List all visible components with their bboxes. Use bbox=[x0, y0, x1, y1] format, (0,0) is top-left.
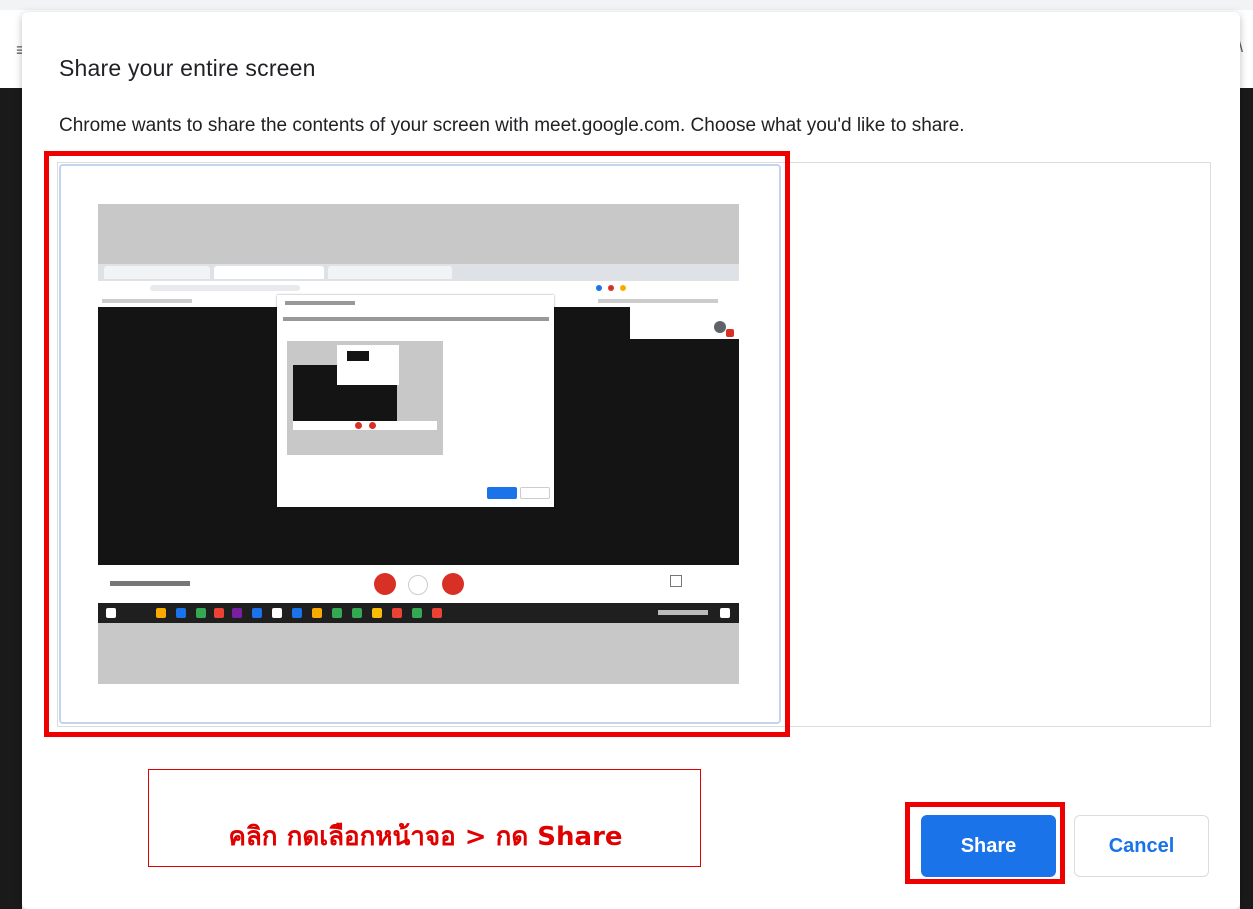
dialog-subtitle: Chrome wants to share the contents of yo… bbox=[59, 115, 965, 136]
cancel-button[interactable]: Cancel bbox=[1074, 815, 1209, 877]
browser-background-top bbox=[0, 0, 1253, 10]
meeting-background-left bbox=[0, 88, 22, 909]
screen-highlight-frame bbox=[44, 151, 790, 737]
instruction-text: คลิก กดเลือกหน้าจอ > กด Share bbox=[228, 822, 623, 852]
meeting-background-right bbox=[1240, 88, 1253, 909]
dialog-title: Share your entire screen bbox=[59, 55, 316, 81]
instruction-callout: คลิก กดเลือกหน้าจอ > กด Share bbox=[148, 769, 701, 867]
share-highlight-frame bbox=[905, 802, 1065, 884]
